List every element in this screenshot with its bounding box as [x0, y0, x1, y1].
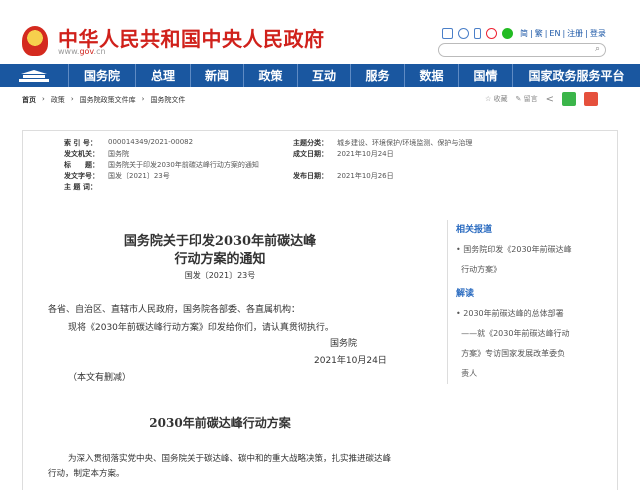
label: 发文字号： [64, 172, 99, 180]
search-icon[interactable]: ⌕ [595, 44, 600, 54]
related-heading: 相关报道 [456, 225, 493, 235]
written-date: 2021年10月24日 [337, 150, 394, 158]
label: 发文机关： [64, 150, 99, 158]
paragraph: 为深入贯彻落实党中央、国务院关于碳达峰、碳中和的重大战略决策，扎实推进碳达峰 [68, 454, 392, 464]
share-icon[interactable]: < [546, 94, 554, 105]
interpret-link[interactable]: • 2030年前碳达峰的总体部署 ——就《2030年前碳达峰行动 方案》专访国家… [456, 304, 597, 384]
favorite-button[interactable]: ☆ 收藏 [485, 94, 508, 104]
index-number: 000014349/2021-00082 [108, 138, 194, 146]
salutation: 各省、自治区、直辖市人民政府，国务院各部委、各直属机构： [48, 305, 301, 315]
nav-state-council[interactable]: 国务院 [68, 64, 135, 87]
nav-premier[interactable]: 总理 [135, 64, 190, 87]
link-traditional[interactable]: 繁 [535, 29, 543, 38]
breadcrumb-policy[interactable]: 政策 [51, 95, 65, 105]
weibo-share-icon[interactable] [584, 92, 598, 106]
breadcrumb: 首页 › 政策 › 国务院政策文件库 › 国务院文件 [22, 95, 186, 105]
label: 发布日期： [293, 172, 328, 180]
published-date: 2021年10月26日 [337, 172, 394, 180]
sign-date: 2021年10月24日 [314, 356, 387, 366]
nav-policy[interactable]: 政策 [243, 64, 297, 87]
label: 成文日期： [293, 150, 328, 158]
article-tools: ☆ 收藏 ✎ 留言 < [485, 92, 598, 106]
related-link[interactable]: • 国务院印发《2030年前碳达峰 行动方案》 [456, 240, 597, 280]
search-input[interactable]: ⌕ [438, 43, 606, 57]
category: 城乡建设、环境保护/环境监测、保护与治理 [337, 139, 473, 147]
paragraph-cont: 行动，制定本方案。 [48, 469, 125, 479]
comment-button[interactable]: ✎ 留言 [516, 94, 538, 104]
document-metadata: 索 引 号： 000014349/2021-00082 主题分类： 城乡建设、环境保护… [64, 138, 484, 193]
document-number-line: 国发〔2021〕23号 [184, 271, 256, 280]
label: 索 引 号： [64, 139, 97, 147]
issuer: 国务院 [108, 150, 129, 158]
label: 主 题 词： [64, 183, 97, 191]
nav-interaction[interactable]: 互动 [297, 64, 350, 87]
main-nav: 国务院 总理 新闻 政策 互动 服务 数据 国情 国家政务服务平台 [0, 64, 640, 87]
document-title: 国务院关于印发2030年前碳达峰 行动方案的通知 [123, 234, 317, 267]
sidebar: 相关报道 • 国务院印发《2030年前碳达峰 行动方案》 解读 • 2030年前… [447, 220, 597, 384]
nav-gov-service-platform[interactable]: 国家政务服务平台 [512, 64, 640, 87]
body-text: 现将《2030年前碳达峰行动方案》印发给你们，请认真贯彻执行。 [68, 323, 334, 333]
nav-national-info[interactable]: 国情 [458, 64, 512, 87]
wechat-icon[interactable] [502, 28, 513, 39]
mail-icon[interactable] [442, 28, 453, 39]
weibo-icon[interactable] [486, 28, 497, 39]
meta-title: 国务院关于印发2030年前碳达峰行动方案的通知 [108, 161, 259, 169]
breadcrumb-policy-library[interactable]: 国务院政策文件库 [80, 95, 136, 105]
label: 主题分类： [293, 139, 328, 147]
interpret-heading: 解读 [456, 289, 475, 299]
link-register[interactable]: 注册 [567, 29, 583, 38]
signer: 国务院 [330, 339, 358, 349]
site-url: www.gov.cn [58, 47, 106, 56]
national-emblem-logo [22, 26, 48, 56]
nav-services[interactable]: 服务 [350, 64, 404, 87]
message-icon[interactable] [458, 28, 469, 39]
document-number: 国发〔2021〕23号 [108, 172, 170, 180]
wechat-share-icon[interactable] [562, 92, 576, 106]
top-icons: 简 | 繁 | EN | 注册 | 登录 [442, 28, 608, 39]
label: 标 题： [64, 161, 99, 169]
nav-data[interactable]: 数据 [404, 64, 458, 87]
link-english[interactable]: EN [549, 29, 560, 38]
breadcrumb-home[interactable]: 首页 [22, 95, 36, 105]
breadcrumb-current[interactable]: 国务院文件 [150, 95, 185, 105]
mobile-icon[interactable] [474, 28, 481, 39]
link-login[interactable]: 登录 [590, 29, 606, 38]
nav-home-icon[interactable] [0, 64, 68, 87]
nav-news[interactable]: 新闻 [190, 64, 243, 87]
section-title: 2030年前碳达峰行动方案 [149, 416, 291, 430]
link-simplified[interactable]: 简 [520, 29, 528, 38]
abridged-note: （本文有删减） [68, 373, 132, 383]
